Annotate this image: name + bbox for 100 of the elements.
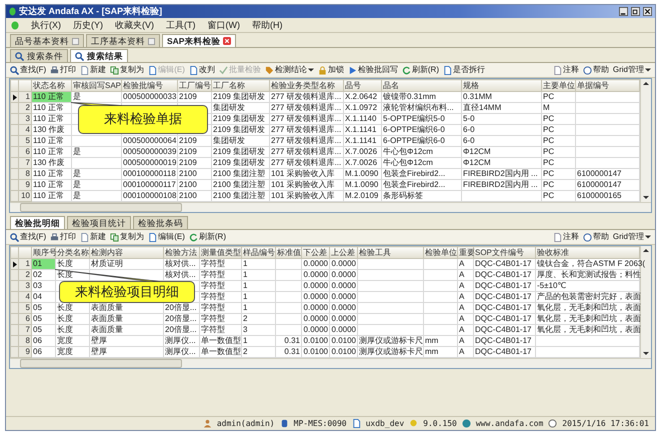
toolbar-button[interactable]: 查找(F) [10,232,46,242]
toolbar-button[interactable]: 注释 [552,65,579,75]
table-cell: DQC-C4B01-17 [475,270,532,279]
table-cell: 0.0000 [332,303,356,312]
table-cell: 集团研发 [213,103,245,112]
column-header[interactable]: 单据编号 [576,80,640,92]
table-cell: 1 [243,259,248,268]
table-cell: 0.0000 [332,259,356,268]
column-header[interactable]: 检测内容 [90,246,164,258]
table-cell: 氧化层，无毛刺和凹坑，表面 [537,314,641,323]
column-header[interactable]: 检验单位 [424,246,458,258]
table-cell: 0.0000 [304,270,328,279]
document-tab[interactable]: SAP来料检验 [162,34,236,47]
toolbar-button[interactable]: 帮助 [582,65,609,75]
table-cell: M.1.0090 [345,180,378,189]
table-cell: 包装盒Firebird2... [383,169,446,178]
toolbar-button[interactable]: 加锁 [318,65,344,75]
column-header[interactable]: 工厂名称 [212,80,270,92]
toolbar-button[interactable]: 注释 [552,232,579,242]
column-header[interactable]: 规格 [462,80,542,92]
minimize-icon[interactable] [619,7,628,16]
document-tab[interactable]: 品号基本资料 [10,34,84,47]
column-header[interactable]: 下公差 [302,246,330,258]
column-header[interactable]: SOP文件编号 [474,246,536,258]
table-cell: 130 作废 [33,158,65,167]
table-cell: 277 研发领料退库... [271,103,342,112]
menu-item[interactable]: 窗口(W) [208,20,240,30]
toolbar-button[interactable]: 复制为 [110,232,144,242]
toolbar-button[interactable]: 检测结论 [264,65,314,75]
menu-item[interactable]: 帮助(H) [252,20,282,30]
tab[interactable]: 检验批条码 [133,216,188,229]
toolbar-button[interactable]: 打印 [50,232,76,242]
table-cell: 长度 [57,303,73,312]
table-cell: 2109 集团研发 [213,125,266,134]
menu-item[interactable]: 收藏夹(V) [115,20,154,30]
column-header[interactable]: 分类名称 [56,246,90,258]
column-header[interactable]: 检验方法 [164,246,200,258]
toolbar-button[interactable]: 刷新(R) [402,65,439,75]
toolbar-button[interactable]: 复制为 [110,65,144,75]
column-header[interactable]: 顺序号 [32,246,56,258]
column-header[interactable]: 验收标准 [536,246,640,258]
tab[interactable]: 检验批明细 [10,216,65,229]
table-cell: 000100000108 [123,191,176,200]
table-cell: 条形码标签 [383,191,423,200]
table-cell: 表面质量 [91,303,123,312]
column-header[interactable]: 品号 [344,80,382,92]
scrollbar-thumb[interactable] [20,359,182,368]
column-header[interactable]: 检验工具 [358,246,424,258]
toolbar-button[interactable]: 检验批回写 [348,65,398,75]
table-cell: 2109 集团研发 [213,147,266,156]
toolbar-button[interactable]: Grid管理 [612,232,651,242]
column-header[interactable]: 检验批编号 [122,80,178,92]
column-header[interactable]: 主要单位 [542,80,576,92]
toolbar-button[interactable]: 帮助 [582,232,609,242]
column-header[interactable]: 工厂编号 [178,80,212,92]
table-cell: 6-0 [463,125,475,134]
menu-item[interactable]: 工具(T) [166,20,196,30]
menu-item[interactable]: 执行(X) [31,20,61,30]
table-cell: 000500000064 [123,136,176,145]
tab[interactable]: 搜索结果 [70,49,128,62]
tab[interactable]: 检验项目统计 [67,216,131,229]
toolbar-button[interactable]: 编辑(E) [148,232,185,242]
table-cell: 2109 [179,92,197,101]
status-text: uxdb_dev [366,418,404,428]
restore-icon[interactable] [631,7,640,16]
menu-item[interactable]: 历史(Y) [73,20,103,30]
toolbar-button[interactable]: 改判 [188,65,215,75]
toolbar-button[interactable]: 刷新(R) [188,232,226,242]
column-header[interactable]: 样品编号 [242,246,276,258]
table-cell: 长度 [57,325,73,334]
column-header[interactable]: 状态名称 [32,80,72,92]
column-header[interactable]: 测量值类型 [200,246,242,258]
table-cell: M.1.0090 [345,169,378,178]
table-cell: 000500000039 [123,147,176,156]
refresh-icon [188,232,198,242]
close-icon[interactable] [643,7,652,16]
toolbar-button[interactable]: 查找(F) [10,65,46,75]
document-tab[interactable]: 工序基本资料 [86,34,160,47]
column-header[interactable]: 品名 [382,80,462,92]
column-header[interactable]: 上公差 [330,246,358,258]
table-cell: 101 采购验收入库 [271,191,335,200]
tab[interactable]: 搜索条件 [10,49,68,62]
table-cell: 宽度 [57,347,73,356]
toolbar-button[interactable]: 新建 [80,65,106,75]
table-cell: 2 [243,347,248,356]
toolbar-button[interactable]: 是否拆行 [443,65,485,75]
table-cell: 0.31MM [463,92,492,101]
table-cell: 110 正常 [33,92,64,101]
table-cell: 0.0100 [332,336,356,345]
toolbar-button[interactable]: 新建 [80,232,106,242]
column-header[interactable]: 标准值 [276,246,302,258]
toolbar-button[interactable]: 打印 [50,65,76,75]
column-header[interactable]: 重要 [458,246,474,258]
table-cell: 直径14MM [463,103,502,112]
column-header[interactable]: 检验业务类型名称 [270,80,344,92]
column-header[interactable]: 审核回写SAP [72,80,122,92]
table-cell: 277 研发领料退库... [271,114,342,123]
toolbar-button[interactable]: Grid管理 [612,65,651,75]
scrollbar-thumb[interactable] [20,203,182,212]
page-icon [552,232,562,242]
